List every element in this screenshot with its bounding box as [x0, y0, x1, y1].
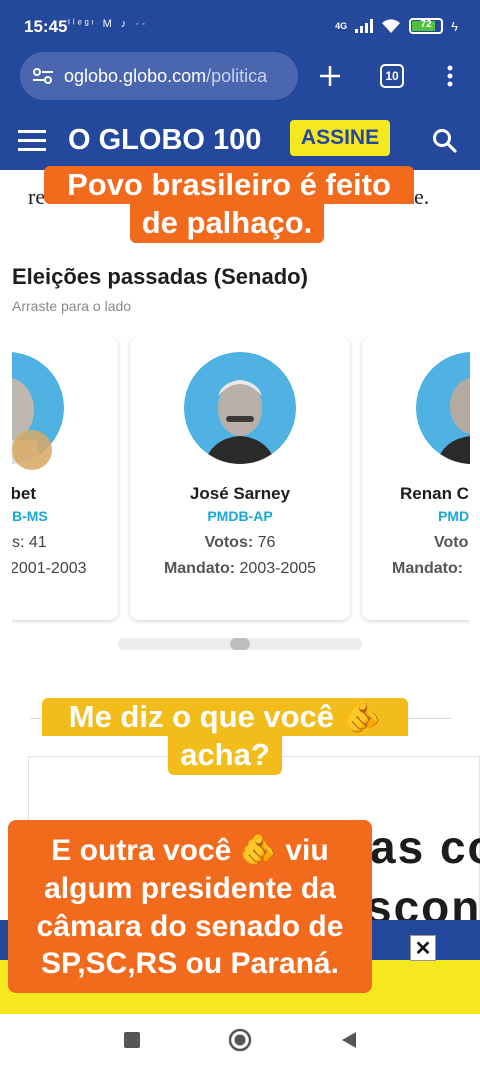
battery-level: 72 — [420, 19, 432, 30]
caption-line: Me diz o que você 🫵 — [42, 698, 408, 737]
candidate-name: Tebet — [12, 484, 36, 503]
recents-icon — [124, 1032, 140, 1048]
caption-line: SP,SC,RS ou Paraná. — [41, 947, 339, 981]
article-text-fragment-end: e. — [414, 184, 430, 209]
menu-icon — [18, 130, 46, 151]
candidate-card[interactable]: José Sarney PMDB-AP Votos: 76 Mandato: 2… — [130, 338, 350, 620]
status-right: 4G 72 ϟ — [335, 16, 458, 36]
site-logo[interactable]: O GLOBO 100 — [68, 124, 261, 157]
charging-icon: ϟ — [451, 18, 458, 34]
caption-line: Povo brasileiro é feito — [44, 166, 414, 205]
system-navigation-bar — [0, 1014, 480, 1066]
caption-line: câmara do senado de — [36, 909, 344, 943]
candidate-term: 2001-2003 — [12, 560, 87, 577]
battery-icon: 72 — [409, 18, 444, 34]
network-label: 4G — [335, 21, 348, 31]
tabs-count: 10 — [380, 64, 404, 88]
votes-label: Votos: — [204, 534, 254, 551]
address-bar[interactable]: oglobo.globo.com/politica — [20, 52, 298, 100]
term-label: Mandato: — [392, 560, 464, 577]
home-icon — [228, 1028, 252, 1052]
browser-menu-button[interactable] — [434, 60, 466, 92]
status-time: 15:45 — [24, 17, 68, 36]
recents-button[interactable] — [118, 1026, 146, 1054]
candidate-votes: Votos: 76 — [130, 534, 350, 552]
section-title: Eleições passadas (Senado) — [12, 264, 308, 289]
caption-line: algum presidente da — [44, 871, 336, 905]
back-icon — [342, 1032, 356, 1048]
back-button[interactable] — [334, 1026, 362, 1054]
signal-icon — [355, 19, 374, 33]
candidate-name: José Sarney — [189, 484, 291, 503]
carousel-scrollbar[interactable] — [118, 638, 362, 650]
term-value: 2003-2005 — [239, 560, 317, 577]
browser-chrome: 15:45 ᴵˡᵉᵍᶦ M ♪ ·· 4G 72 ϟ oglobo.globo.… — [0, 0, 480, 116]
votes-value: 76 — [257, 534, 276, 551]
votes-label: s: — [12, 534, 25, 551]
portrait-icon — [204, 380, 276, 464]
caption-top: Povo brasileiro é feito de palhaço. — [44, 166, 414, 243]
term-label: Mandato: — [163, 560, 236, 577]
article-text-fragment: re — [28, 184, 46, 209]
senate-carousel[interactable]: Tebet B-MS s: 41 2001-2003 José Sarney P… — [12, 338, 470, 624]
subscribe-button[interactable]: ASSINE — [290, 120, 390, 156]
site-settings-icon[interactable] — [32, 67, 54, 85]
candidate-votes: s: 41 — [12, 534, 112, 552]
candidate-photo — [416, 352, 470, 464]
close-ad-button[interactable]: ✕ — [410, 935, 436, 961]
search-button[interactable] — [432, 128, 458, 159]
url-path: /politica — [206, 65, 268, 86]
url-domain: oglobo.globo.com — [64, 65, 207, 86]
caption-line: E outra você 🫵 viu — [51, 834, 329, 867]
portrait-icon — [436, 378, 470, 464]
floating-badge-icon[interactable] — [12, 430, 52, 470]
caption-line: de palhaço. — [129, 204, 325, 243]
candidate-party: PMDB-AP — [207, 508, 273, 524]
ad-headline-line1: as co — [370, 821, 480, 873]
caption-middle: Me diz o que você 🫵 acha? — [42, 698, 408, 775]
carousel-scrollbar-thumb[interactable] — [230, 638, 250, 650]
notification-icons: ᴵˡᵉᵍᶦ M ♪ ·· — [68, 18, 149, 30]
caption-bottom: E outra você 🫵 viu algum presidente da c… — [8, 820, 372, 994]
candidate-card[interactable]: Tebet B-MS s: 41 2001-2003 — [12, 338, 118, 620]
votes-value: 41 — [28, 534, 47, 551]
caption-line: acha? — [168, 736, 282, 775]
wifi-icon — [382, 19, 401, 33]
candidate-party: PMD — [438, 508, 470, 524]
candidate-party: B-MS — [12, 508, 48, 524]
status-bar: 15:45 ᴵˡᵉᵍᶦ M ♪ ·· 4G 72 ϟ — [0, 0, 480, 50]
site-header: O GLOBO 100 — [0, 116, 480, 170]
search-icon — [433, 129, 457, 153]
candidate-name: Renan C — [400, 484, 469, 503]
candidate-card[interactable]: Renan C PMD Voto Mandato: — [362, 338, 470, 620]
votes-label: Voto — [434, 534, 469, 551]
new-tab-button[interactable] — [314, 60, 346, 92]
more-vert-icon — [447, 65, 453, 87]
plus-icon — [320, 66, 340, 86]
candidate-photo — [184, 352, 296, 464]
section-subtitle: Arraste para o lado — [12, 298, 132, 314]
candidate-term: Mandato: — [392, 560, 470, 578]
hamburger-menu-button[interactable] — [18, 128, 46, 159]
tab-switcher-button[interactable]: 10 — [376, 60, 408, 92]
url-text[interactable]: oglobo.globo.com/politica — [64, 66, 292, 87]
candidate-term: Mandato: 2003-2005 — [130, 560, 350, 578]
candidate-votes: Voto — [434, 534, 470, 552]
home-button[interactable] — [226, 1026, 254, 1054]
